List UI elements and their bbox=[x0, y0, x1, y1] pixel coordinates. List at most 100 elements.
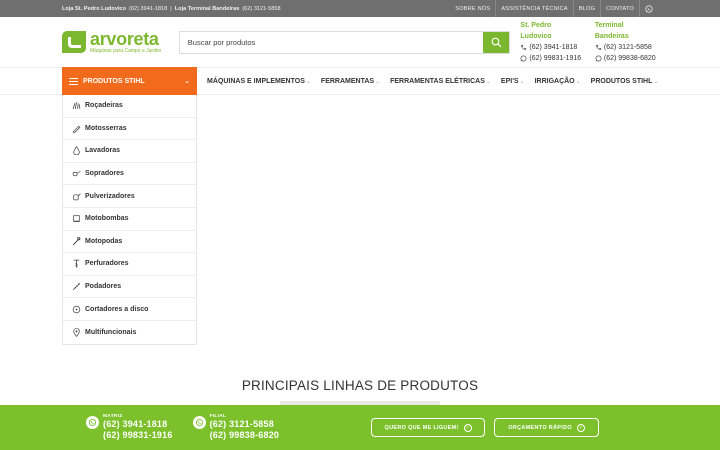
contact-whatsapp[interactable]: (62) 99838-6820 bbox=[604, 53, 656, 64]
top-link-blog[interactable]: BLOG bbox=[572, 0, 600, 17]
contact-phone[interactable]: (62) 3941-1818 bbox=[529, 42, 577, 53]
top-whatsapp-link[interactable] bbox=[639, 0, 658, 17]
category-sidebar: Roçadeiras Motosserras Lavadoras Soprado… bbox=[62, 95, 197, 345]
water-pump-icon bbox=[72, 214, 81, 223]
call-me-label: QUERO QUE ME LIGUEM! bbox=[384, 424, 459, 431]
contact-terminal-bandeiras: Terminal Bandeiras (62) 3121-5858 (62) 9… bbox=[595, 20, 658, 64]
chevron-down-icon: ⌄ bbox=[184, 78, 190, 85]
nav-item-epis[interactable]: EPI'S⌄ bbox=[501, 78, 525, 85]
main-nav: PRODUTOS STIHL ⌄ MÁQUINAS E IMPLEMENTOS⌄… bbox=[0, 67, 720, 95]
nav-item-stihl[interactable]: PRODUTOS STIHL⌄ bbox=[591, 78, 659, 85]
nav-item-label: PRODUTOS STIHL bbox=[590, 77, 653, 85]
phone-icon bbox=[521, 44, 527, 50]
store2-phone: (62) 3121-5858 bbox=[242, 5, 281, 12]
sidebar-item-label: Motopodas bbox=[85, 237, 123, 245]
hedge-trimmer-icon bbox=[72, 282, 81, 291]
water-drop-icon bbox=[72, 146, 81, 156]
footer-phone-number: (62) 3121-5858 bbox=[209, 419, 274, 429]
sidebar-item-lavadoras[interactable]: Lavadoras bbox=[63, 140, 196, 163]
search-icon bbox=[491, 37, 502, 47]
contact-whatsapp[interactable]: (62) 99831-1916 bbox=[529, 53, 581, 64]
top-link-contact[interactable]: CONTATO bbox=[600, 0, 639, 17]
sidebar-item-motobombas[interactable]: Motobombas bbox=[63, 208, 196, 231]
sidebar-item-perfuradores[interactable]: Perfuradores bbox=[63, 253, 196, 276]
chevron-down-icon: ⌄ bbox=[575, 78, 581, 85]
sidebar-item-cortadores-a-disco[interactable]: Cortadores a disco bbox=[63, 298, 196, 321]
multi-tool-icon bbox=[72, 327, 81, 337]
sprayer-icon bbox=[72, 192, 81, 201]
footer-phone-filial[interactable]: FILIAL (62) 3121-5858 (62) 99838-6820 bbox=[192, 414, 280, 441]
contact-title: Terminal Bandeiras bbox=[594, 22, 629, 40]
chevron-down-icon: ⌄ bbox=[653, 78, 659, 85]
contact-title: St. Pedro Ludovico bbox=[520, 22, 552, 40]
top-link-tech-support[interactable]: ASSISTÊNCIA TÉCNICA bbox=[495, 0, 573, 17]
sidebar-item-label: Podadores bbox=[85, 283, 122, 291]
search-box bbox=[178, 30, 511, 54]
cut-off-saw-icon bbox=[72, 305, 81, 314]
grass-trimmer-icon bbox=[72, 101, 81, 110]
sidebar-item-label: Motosserras bbox=[85, 124, 127, 132]
check-circle-icon: ✓ bbox=[576, 423, 585, 432]
categories-button[interactable]: PRODUTOS STIHL ⌄ bbox=[62, 67, 197, 95]
quick-quote-label: ORÇAMENTO RÁPIDO bbox=[508, 424, 572, 431]
sidebar-item-label: Motobombas bbox=[85, 215, 129, 223]
section-title: PRINCIPAIS LINHAS DE PRODUTOS bbox=[241, 378, 479, 393]
whatsapp-icon bbox=[595, 55, 602, 62]
quick-quote-button[interactable]: ORÇAMENTO RÁPIDO ✓ bbox=[494, 418, 600, 437]
top-links: SOBRE NÓS ASSISTÊNCIA TÉCNICA BLOG CONTA… bbox=[450, 0, 658, 17]
categories-label: PRODUTOS STIHL bbox=[83, 77, 145, 85]
nav-item-label: IRRIGAÇÃO bbox=[534, 77, 575, 85]
auger-icon bbox=[72, 259, 81, 268]
nav-menu: MÁQUINAS E IMPLEMENTOS⌄ FERRAMENTAS⌄ FER… bbox=[207, 78, 658, 85]
sidebar-item-rocadeiras[interactable]: Roçadeiras bbox=[63, 95, 196, 118]
sidebar-item-label: Lavadoras bbox=[85, 147, 121, 155]
nav-item-label: EPI'S bbox=[500, 77, 519, 85]
top-link-about[interactable]: SOBRE NÓS bbox=[450, 0, 495, 17]
top-bar: Loja St. Pedro Ludovico (62) 3941-1818 |… bbox=[0, 0, 720, 17]
pole-pruner-icon bbox=[72, 237, 81, 246]
header-contacts: St. Pedro Ludovico (62) 3941-1818 (62) 9… bbox=[520, 20, 658, 64]
sidebar-item-label: Pulverizadores bbox=[85, 192, 135, 200]
nav-item-irrigation[interactable]: IRRIGAÇÃO⌄ bbox=[535, 78, 581, 85]
contact-st-pedro: St. Pedro Ludovico (62) 3941-1818 (62) 9… bbox=[520, 20, 582, 64]
chevron-down-icon: ⌄ bbox=[305, 78, 311, 85]
store-separator: | bbox=[170, 5, 172, 12]
nav-item-label: FERRAMENTAS ELÉTRICAS bbox=[390, 77, 485, 85]
sidebar-item-motosserras[interactable]: Motosserras bbox=[63, 118, 196, 141]
chevron-down-icon: ⌄ bbox=[485, 78, 491, 85]
check-circle-icon: ✓ bbox=[463, 423, 472, 432]
search-button[interactable] bbox=[483, 31, 510, 53]
sidebar-item-multifuncionais[interactable]: Multifuncionais bbox=[63, 321, 196, 344]
whatsapp-icon bbox=[520, 55, 527, 62]
sidebar-item-sopradores[interactable]: Sopradores bbox=[63, 163, 196, 186]
contact-phone[interactable]: (62) 3121-5858 bbox=[604, 42, 652, 53]
nav-item-tools[interactable]: FERRAMENTAS⌄ bbox=[321, 78, 380, 85]
sidebar-item-label: Multifuncionais bbox=[85, 328, 137, 336]
store1-phone: (62) 3941-1818 bbox=[129, 5, 168, 12]
store1-label: Loja St. Pedro Ludovico bbox=[62, 5, 127, 12]
sidebar-item-podadores[interactable]: Podadores bbox=[63, 276, 196, 299]
search-input[interactable] bbox=[179, 31, 484, 53]
store-info: Loja St. Pedro Ludovico (62) 3941-1818 |… bbox=[62, 6, 281, 12]
site-header: arvoreta Máquinas para Campo e Jardim St… bbox=[0, 17, 720, 67]
nav-item-label: FERRAMENTAS bbox=[320, 77, 375, 85]
store2-label: Loja Terminal Bandeiras bbox=[174, 5, 240, 12]
nav-item-electric-tools[interactable]: FERRAMENTAS ELÉTRICAS⌄ bbox=[390, 78, 491, 85]
footer-whatsapp-number: (62) 99838-6820 bbox=[209, 430, 280, 440]
footer-phone-matriz[interactable]: MATRIZ (62) 3941-1818 (62) 99831-1916 bbox=[86, 414, 173, 441]
sticky-contact-bar: MATRIZ (62) 3941-1818 (62) 99831-1916 FI… bbox=[0, 405, 720, 450]
brand-name: arvoreta bbox=[90, 29, 159, 49]
site-logo[interactable]: arvoreta Máquinas para Campo e Jardim bbox=[62, 30, 178, 54]
sidebar-item-pulverizadores[interactable]: Pulverizadores bbox=[63, 185, 196, 208]
footer-phone-number: (62) 3941-1818 bbox=[103, 419, 168, 429]
whatsapp-icon bbox=[192, 416, 206, 429]
sidebar-item-motopodas[interactable]: Motopodas bbox=[63, 231, 196, 254]
blower-icon bbox=[72, 169, 81, 178]
logo-mark-icon bbox=[62, 31, 86, 53]
whatsapp-icon bbox=[86, 416, 99, 429]
sidebar-item-label: Sopradores bbox=[85, 170, 124, 178]
sidebar-item-label: Perfuradores bbox=[85, 260, 129, 268]
sidebar-item-label: Cortadores a disco bbox=[85, 305, 149, 313]
nav-item-machines[interactable]: MÁQUINAS E IMPLEMENTOS⌄ bbox=[207, 78, 311, 85]
call-me-button[interactable]: QUERO QUE ME LIGUEM! ✓ bbox=[371, 418, 486, 437]
